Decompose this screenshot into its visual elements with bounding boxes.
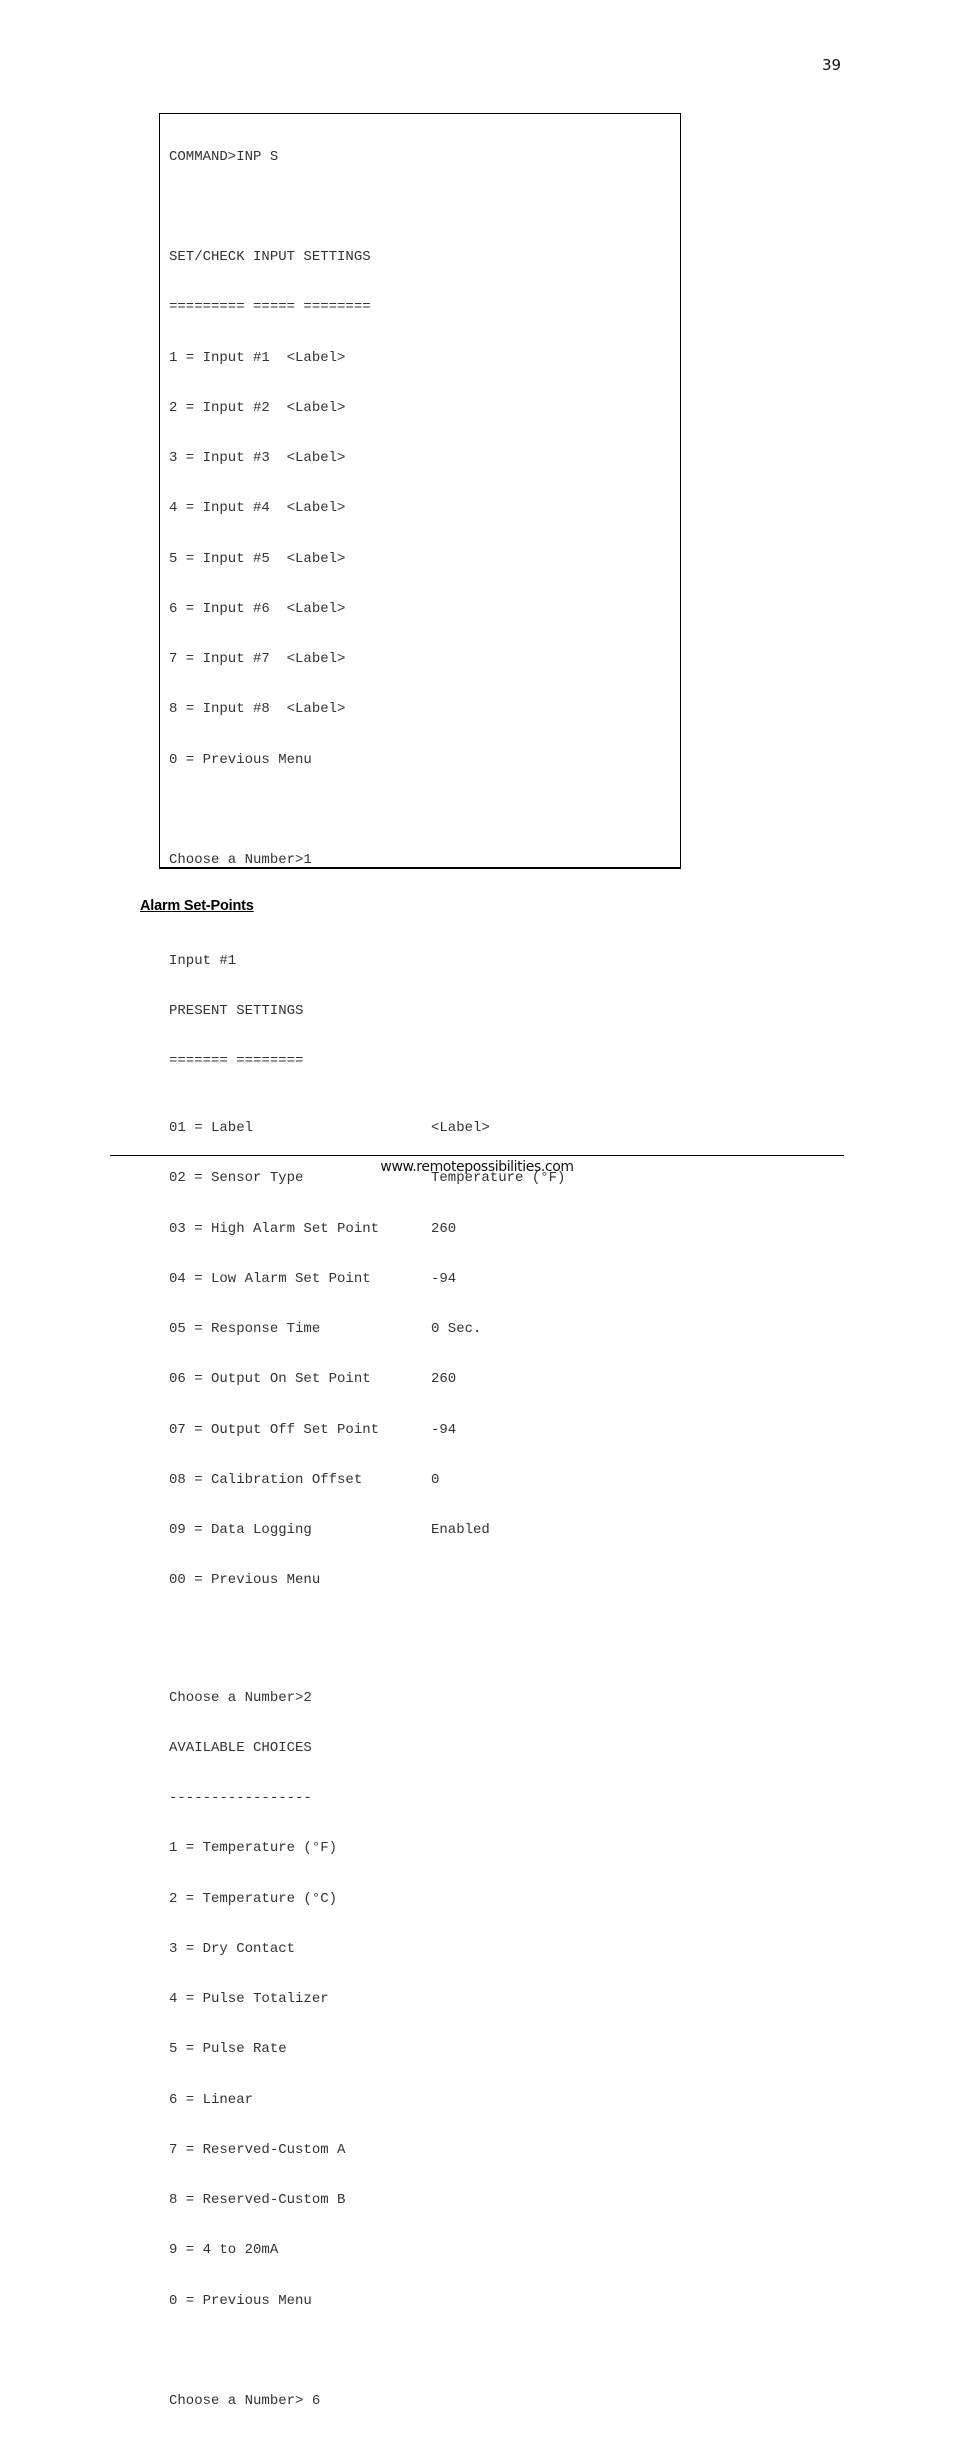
- menu1-title: SET/CHECK INPUT SETTINGS: [169, 249, 371, 265]
- menu3-title: AVAILABLE CHOICES: [169, 1739, 312, 1756]
- setting-row: 01 = Label <Label>: [169, 1120, 490, 1137]
- menu3-item: 8 = Reserved-Custom B: [169, 2192, 346, 2208]
- setting-row: 05 = Response Time 0 Sec.: [169, 1321, 481, 1338]
- menu3-item: 2 = Temperature (°C): [169, 1890, 338, 1907]
- command-line: COMMAND>INP S: [169, 148, 279, 165]
- menu1-item: 1 = Input #1 <Label>: [169, 349, 346, 366]
- setting-value: 0: [431, 1471, 440, 1488]
- terminal-lines: COMMAND>INP S SET/CHECK INPUT SETTINGS =…: [169, 115, 565, 2443]
- setting-row: 08 = Calibration Offset 0: [169, 1471, 439, 1489]
- menu3-prompt: Choose a Number> 6: [169, 2393, 321, 2409]
- menu3-item: 1 = Temperature (°F): [169, 1840, 338, 1857]
- setting-value: 0 Sec.: [431, 1321, 482, 1337]
- menu2-underline: ======= ========: [169, 1053, 304, 1069]
- menu1-item: 7 = Input #7 <Label>: [169, 651, 346, 667]
- terminal-transcript-box: COMMAND>INP S SET/CHECK INPUT SETTINGS =…: [159, 113, 681, 2409]
- menu1-prompt: Choose a Number>1: [169, 852, 312, 868]
- setting-key: 09 = Data Logging: [169, 1522, 312, 1538]
- setting-value: 260: [431, 1371, 457, 1388]
- menu1-item: 2 = Input #2 <Label>: [169, 399, 346, 416]
- setting-key: 00 = Previous Menu: [169, 1572, 321, 1589]
- setting-key: 07 = Output Off Set Point: [169, 1421, 380, 1438]
- menu1-underline: ========= ===== ========: [169, 299, 371, 316]
- setting-value: Enabled: [431, 1522, 490, 1538]
- setting-row: 09 = Data Logging Enabled: [169, 1522, 490, 1539]
- setting-row: 07 = Output Off Set Point -94: [169, 1421, 456, 1439]
- setting-row: 04 = Low Alarm Set Point -94: [169, 1270, 456, 1288]
- menu3-item: 5 = Pulse Rate: [169, 2041, 287, 2058]
- menu1-item: 6 = Input #6 <Label>: [169, 600, 346, 617]
- setting-key: 03 = High Alarm Set Point: [169, 1220, 380, 1237]
- setting-value: -94: [431, 1421, 457, 1438]
- page-number: 39: [822, 56, 842, 74]
- menu1-item: 0 = Previous Menu: [169, 751, 312, 768]
- setting-key: 08 = Calibration Offset: [169, 1471, 363, 1488]
- section-heading-alarm-set-points: Alarm Set-Points: [140, 898, 254, 914]
- menu3-item: 7 = Reserved-Custom A: [169, 2141, 346, 2158]
- menu1-item: 3 = Input #3 <Label>: [169, 450, 346, 466]
- menu1-item: 8 = Input #8 <Label>: [169, 701, 346, 718]
- setting-key: 01 = Label: [169, 1120, 254, 1136]
- menu3-underline: -----------------: [169, 1790, 312, 1806]
- menu2-prompt: Choose a Number>2: [169, 1689, 312, 1706]
- menu2-title: PRESENT SETTINGS: [169, 1002, 304, 1019]
- setting-key: 04 = Low Alarm Set Point: [169, 1270, 371, 1287]
- setting-row: 00 = Previous Menu: [169, 1572, 379, 1589]
- setting-row: 06 = Output On Set Point 260: [169, 1371, 456, 1388]
- footer-divider: [110, 1155, 844, 1156]
- menu3-item: 3 = Dry Contact: [169, 1940, 296, 1957]
- menu3-item: 9 = 4 to 20mA: [169, 2242, 279, 2259]
- menu3-item: 0 = Previous Menu: [169, 2292, 312, 2309]
- setting-key: 06 = Output On Set Point: [169, 1371, 371, 1388]
- footer-website-url: www.remotepossibilities.com: [380, 1159, 574, 1175]
- menu3-item: 6 = Linear: [169, 2091, 254, 2108]
- menu1-item: 5 = Input #5 <Label>: [169, 550, 346, 567]
- setting-value: -94: [431, 1270, 457, 1287]
- menu1-item: 4 = Input #4 <Label>: [169, 500, 346, 517]
- setting-value: <Label>: [431, 1120, 490, 1136]
- menu3-item: 4 = Pulse Totalizer: [169, 1991, 329, 2007]
- menu2-input-name: Input #1: [169, 952, 237, 969]
- setting-key: 05 = Response Time: [169, 1321, 321, 1337]
